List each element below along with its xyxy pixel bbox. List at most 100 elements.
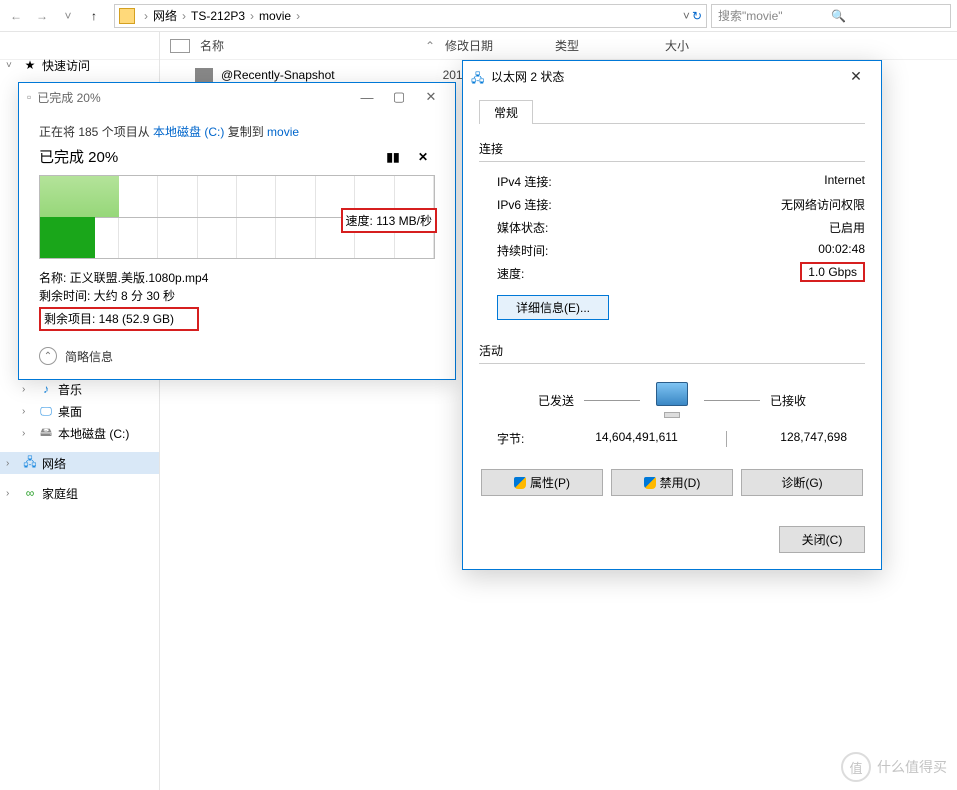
sidebar-item-homegroup[interactable]: › ∞ 家庭组 [0,482,159,504]
chevron-right-icon[interactable]: › [6,458,18,469]
toggle-details-button[interactable]: ⌃ 简略信息 [39,347,435,365]
explorer-toolbar: ← → ˅ ↑ › 网络 › TS-212P3 › movie › ˅ ↻ 搜索… [0,0,957,32]
media-value: 已启用 [829,219,865,236]
chevron-right-icon: › [293,9,303,23]
sidebar-item-quick-access[interactable]: ˅ ★ 快速访问 [0,54,159,76]
sidebar-item-label: 桌面 [58,403,82,420]
sidebar-item-network[interactable]: › 🖧 网络 [0,452,159,474]
back-button[interactable]: ← [4,4,28,28]
activity-diagram: 已发送 已接收 [479,374,865,426]
music-icon: ♪ [38,381,54,397]
tab-general[interactable]: 常规 [479,100,533,124]
tab-strip: 常规 [479,99,865,124]
copy-message: 正在将 185 个项目从 本地磁盘 (C:) 复制到 movie [39,123,435,140]
speed-value: 1.0 Gbps [800,262,865,282]
toggle-label: 简略信息 [65,348,113,365]
shield-icon [514,477,526,489]
sent-label: 已发送 [538,392,574,409]
sidebar-item-label: 本地磁盘 (C:) [58,425,129,442]
select-all-checkbox[interactable] [170,39,190,53]
shield-icon [644,477,656,489]
desktop-icon: 🖵 [38,403,54,419]
chevron-right-icon: › [247,9,257,23]
chevron-down-icon[interactable]: ˅ [6,60,18,71]
chevron-right-icon[interactable]: › [22,406,34,417]
sidebar-item-local-disk[interactable]: › 🖴 本地磁盘 (C:) [0,422,159,444]
close-button[interactable]: ✕ [415,87,447,107]
watermark: 值 什么值得买 [841,752,947,782]
network-icon: 🖧 [22,455,38,471]
network-adapter-icon: 🖧 [471,69,485,83]
properties-button[interactable]: 属性(P) [481,469,603,496]
chevron-right-icon[interactable]: › [6,488,18,499]
bytes-recv-value: 128,747,698 [737,430,847,447]
search-icon: 🔍 [831,9,944,23]
breadcrumb[interactable]: 网络 [151,7,179,24]
up-button[interactable]: ↑ [82,4,106,28]
media-label: 媒体状态: [497,219,829,236]
chevron-right-icon[interactable]: › [22,428,34,439]
copy-filename: 名称: 正义联盟.美版.1080p.mp4 [39,269,435,287]
file-name: @Recently-Snapshot [221,68,335,82]
ipv6-value: 无网络访问权限 [781,196,865,213]
file-icon: ▫ [27,90,31,104]
column-header-modified[interactable]: 修改日期 [445,37,555,54]
dialog-titlebar[interactable]: 🖧 以太网 2 状态 ✕ [463,61,881,91]
folder-icon [195,68,213,82]
ipv4-label: IPv4 连接: [497,173,824,190]
source-link[interactable]: 本地磁盘 (C:) [153,125,224,139]
diagnose-button[interactable]: 诊断(G) [741,469,863,496]
recent-dropdown[interactable]: ˅ [56,4,80,28]
disable-button[interactable]: 禁用(D) [611,469,733,496]
maximize-button[interactable]: ▢ [383,87,415,107]
ipv4-value: Internet [824,173,865,190]
progress-title: 已完成 20% [39,146,375,167]
sidebar-item-desktop[interactable]: › 🖵 桌面 [0,400,159,422]
speed-label: 速度: [497,265,800,282]
close-dialog-button[interactable]: 关闭(C) [779,526,865,553]
chevron-right-icon: › [141,9,151,23]
dest-link[interactable]: movie [267,125,299,139]
close-button[interactable]: ✕ [839,65,873,87]
sidebar-item-label: 家庭组 [42,485,78,502]
column-header-name[interactable]: 名称 [190,37,415,54]
search-placeholder: 搜索"movie" [718,7,831,24]
duration-label: 持续时间: [497,242,818,259]
star-icon: ★ [22,57,38,73]
dialog-title: 已完成 20% [37,89,100,106]
dialog-title: 以太网 2 状态 [491,68,564,85]
breadcrumb[interactable]: TS-212P3 [189,9,247,23]
chevron-down-icon[interactable]: ˅ [683,9,690,23]
speed-label: 速度: 113 MB/秒 [341,208,437,233]
search-input[interactable]: 搜索"movie" 🔍 [711,4,951,28]
computer-icon [650,382,694,418]
copy-items-remaining: 剩余项目: 148 (52.9 GB) [39,307,199,331]
minimize-button[interactable]: — [351,87,383,107]
sidebar-item-label: 网络 [42,455,66,472]
chevron-up-icon: ⌃ [39,347,57,365]
speed-chart: 速度: 113 MB/秒 [39,175,435,259]
details-button[interactable]: 详细信息(E)... [497,295,609,320]
list-item[interactable]: @Recently-Snapshot 2018 [195,68,469,82]
forward-button[interactable]: → [30,4,54,28]
refresh-icon[interactable]: ↻ [692,9,702,23]
dialog-titlebar[interactable]: ▫ 已完成 20% — ▢ ✕ [19,83,455,111]
sort-indicator-icon: ⌃ [415,39,445,53]
drive-icon: 🖴 [38,425,54,441]
ethernet-status-dialog: 🖧 以太网 2 状态 ✕ 常规 连接 IPv4 连接:Internet IPv6… [462,60,882,570]
sidebar-item-label: 快速访问 [42,57,90,74]
copy-time-remaining: 剩余时间: 大约 8 分 30 秒 [39,287,435,305]
ipv6-label: IPv6 连接: [497,196,781,213]
sidebar-item-label: 音乐 [58,381,82,398]
watermark-text: 什么值得买 [877,757,947,777]
column-header-size[interactable]: 大小 [665,37,745,54]
pause-button[interactable]: ▮▮ [381,149,405,165]
breadcrumb[interactable]: movie [257,9,293,23]
sidebar-item-music[interactable]: › ♪ 音乐 [0,378,159,400]
cancel-button[interactable]: ✕ [411,149,435,165]
address-bar[interactable]: › 网络 › TS-212P3 › movie › ˅ ↻ [114,4,707,28]
chevron-right-icon[interactable]: › [22,384,34,395]
folder-icon [119,8,135,24]
column-header-type[interactable]: 类型 [555,37,665,54]
section-connection: 连接 [479,140,865,157]
